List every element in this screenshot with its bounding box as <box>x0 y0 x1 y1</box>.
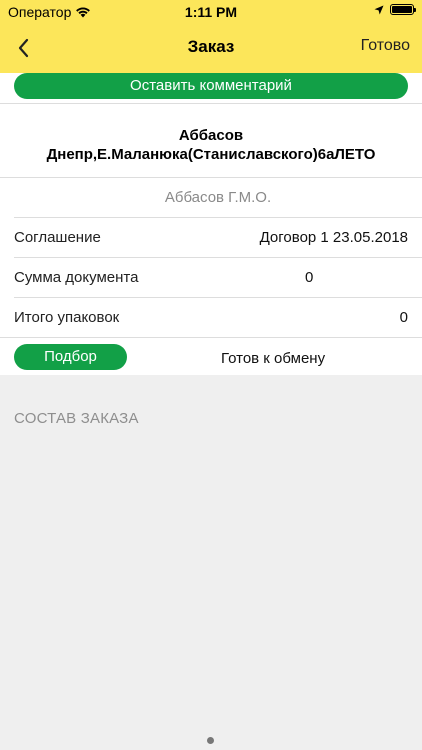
exchange-status: Готов к обмену <box>221 350 326 367</box>
agreement-row[interactable]: Соглашение Договор 1 23.05.2018 <box>14 218 422 258</box>
section-header: СОСТАВ ЗАКАЗА <box>14 410 139 427</box>
packages-total-label: Итого упаковок <box>14 309 120 326</box>
agreement-label: Соглашение <box>14 229 101 246</box>
client-name: Аббасов <box>178 127 244 144</box>
leave-comment-button[interactable]: Оставить комментарий <box>14 73 408 99</box>
order-contents-section: СОСТАВ ЗАКАЗА <box>0 375 422 750</box>
document-sum-row: Сумма документа 0 <box>14 258 422 298</box>
status-bar: Оператор 1:11 PM <box>0 0 422 24</box>
client-block[interactable]: Аббасов Днепр,Е.Маланюка(Станиславского)… <box>0 104 422 178</box>
status-time: 1:11 PM <box>184 4 238 20</box>
page-title: Заказ <box>187 37 235 56</box>
navigation-bar: Заказ Готово <box>0 24 422 73</box>
manager-row[interactable]: Аббасов Г.М.О. <box>14 178 422 218</box>
page-indicator-dot <box>207 737 214 744</box>
status-right <box>374 4 416 15</box>
pick-button[interactable]: Подбор <box>14 344 127 370</box>
client-address: Днепр,Е.Маланюка(Станиславского)6аЛЕТО <box>46 146 376 163</box>
done-button[interactable]: Готово <box>361 37 410 55</box>
top-bar: Оператор 1:11 PM Заказ Готово <box>0 0 422 73</box>
packages-total-row: Итого упаковок 0 <box>0 298 422 338</box>
document-sum-value: 0 <box>305 269 314 286</box>
action-row: Подбор Готов к обмену <box>0 338 422 378</box>
location-arrow-icon <box>374 5 384 14</box>
battery-icon <box>390 4 416 15</box>
packages-total-value: 0 <box>399 309 408 326</box>
document-sum-label: Сумма документа <box>14 269 139 286</box>
comment-row: Оставить комментарий <box>0 73 422 104</box>
agreement-value: Договор 1 23.05.2018 <box>259 229 408 246</box>
order-form: Оставить комментарий Аббасов Днепр,Е.Мал… <box>0 73 422 378</box>
